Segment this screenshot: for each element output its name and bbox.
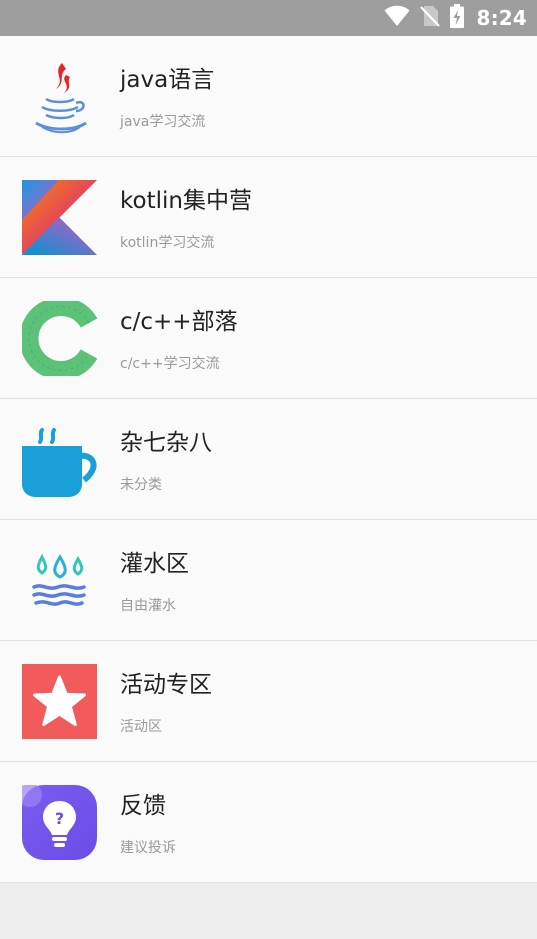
no-sim-icon — [420, 5, 441, 31]
list-item[interactable]: 灌水区 自由灌水 — [0, 520, 537, 641]
item-subtitle: java学习交流 — [120, 114, 206, 130]
wifi-icon — [384, 5, 410, 31]
svg-text:?: ? — [55, 809, 64, 828]
star-icon — [22, 664, 97, 739]
item-title: 杂七杂八 — [120, 430, 212, 456]
item-subtitle: 活动区 — [120, 719, 162, 735]
item-subtitle: kotlin学习交流 — [120, 235, 215, 251]
item-title: kotlin集中营 — [120, 188, 252, 214]
status-bar: 8:24 — [0, 0, 537, 36]
item-title: 反馈 — [120, 793, 166, 819]
kotlin-icon — [22, 180, 97, 255]
status-time: 8:24 — [476, 6, 527, 30]
c-lang-icon — [19, 297, 98, 380]
water-icon — [22, 543, 97, 618]
item-subtitle: 自由灌水 — [120, 598, 176, 614]
list-item[interactable]: java语言 java学习交流 — [0, 36, 537, 157]
item-subtitle: 建议投诉 — [120, 840, 176, 856]
coffee-cup-icon — [22, 422, 97, 497]
list-item[interactable]: ? 反馈 建议投诉 — [0, 762, 537, 883]
list-item[interactable]: c/c++部落 c/c++学习交流 — [0, 278, 537, 399]
forum-list: java语言 java学习交流 kotlin集中营 kotlin学习交流 c/c… — [0, 36, 537, 883]
list-item[interactable]: kotlin集中营 kotlin学习交流 — [0, 157, 537, 278]
item-subtitle: c/c++学习交流 — [120, 356, 220, 372]
java-icon — [22, 59, 97, 134]
feedback-lightbulb-icon: ? — [18, 783, 97, 860]
list-item[interactable]: 杂七杂八 未分类 — [0, 399, 537, 520]
list-item[interactable]: 活动专区 活动区 — [0, 641, 537, 762]
battery-charging-icon — [450, 4, 465, 32]
item-title: java语言 — [120, 67, 215, 93]
item-title: 灌水区 — [120, 551, 189, 577]
item-subtitle: 未分类 — [120, 477, 162, 493]
status-icons: 8:24 — [384, 0, 527, 36]
item-title: c/c++部落 — [120, 309, 238, 335]
item-title: 活动专区 — [120, 672, 212, 698]
